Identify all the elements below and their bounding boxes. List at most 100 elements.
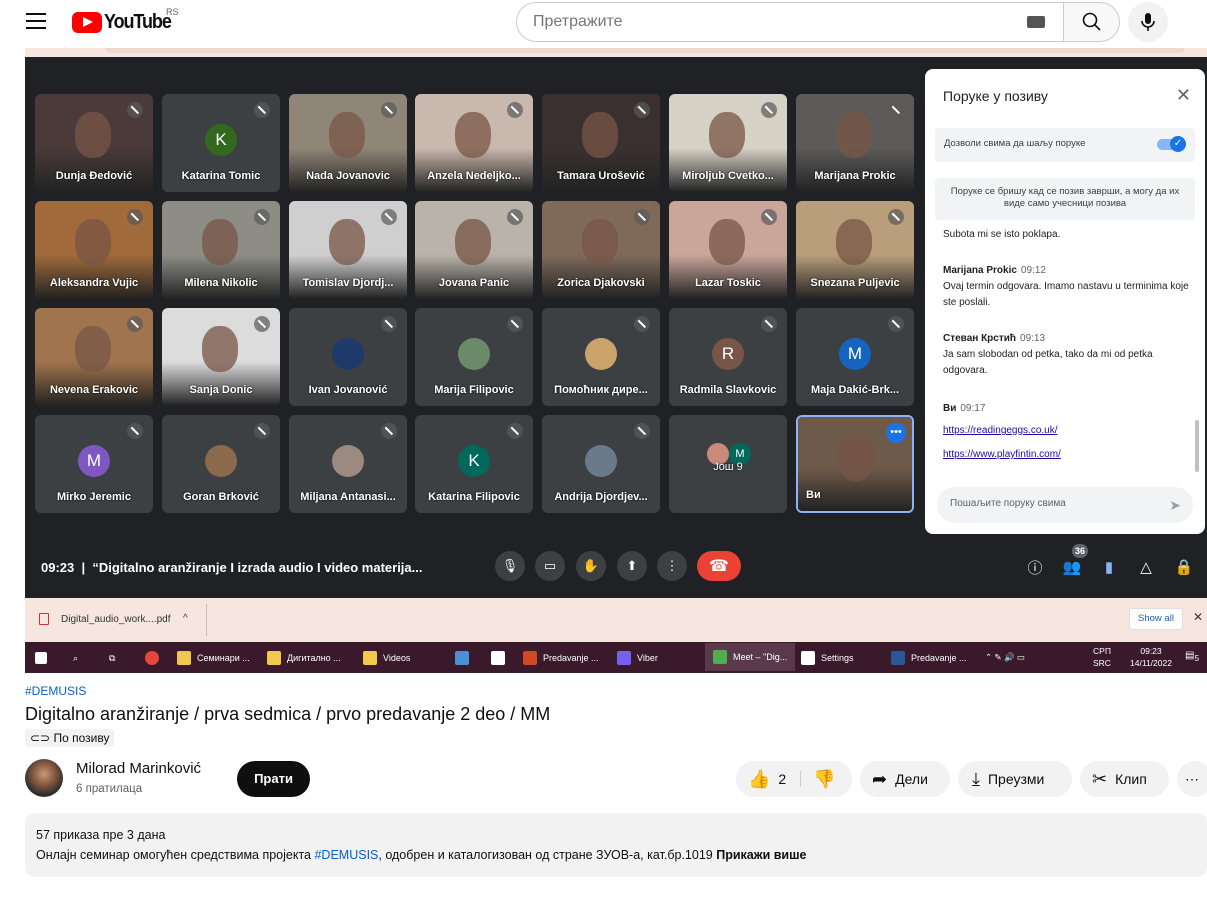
- more-actions-button[interactable]: ⋯: [1177, 761, 1207, 797]
- allow-messages-row: Дозволи свима да шаљу поруке: [935, 128, 1195, 162]
- close-icon[interactable]: ✕: [1176, 85, 1191, 106]
- clip-button[interactable]: ✂ Клип: [1080, 761, 1169, 797]
- search-input[interactable]: Претражите: [516, 2, 1064, 42]
- voice-search-button[interactable]: [1128, 2, 1168, 42]
- show-more-link[interactable]: Прикажи више: [716, 848, 806, 862]
- taskbar-app[interactable]: Meet – "Dig...: [705, 643, 796, 671]
- camera-button[interactable]: ▭: [535, 551, 565, 581]
- participant-tile[interactable]: K Katarina Filipovic: [415, 415, 533, 513]
- raise-hand-button[interactable]: ✋: [576, 551, 606, 581]
- keyboard-icon[interactable]: [1027, 16, 1045, 28]
- people-icon[interactable]: 👥: [1063, 558, 1082, 576]
- taskbar-app[interactable]: Семинари ...: [177, 650, 250, 666]
- participant-tile[interactable]: Goran Brković: [162, 415, 280, 513]
- participant-tile[interactable]: M Mirko Jeremic: [35, 415, 153, 513]
- participant-tile[interactable]: Zorica Djakovski: [542, 201, 660, 299]
- more-horiz-icon[interactable]: •••: [886, 423, 906, 443]
- language-indicator[interactable]: СРП SRC: [1093, 645, 1111, 669]
- chat-input[interactable]: Пошаљите поруку свима ➤: [937, 487, 1193, 523]
- mic-off-icon: [254, 209, 270, 225]
- activities-icon[interactable]: △: [1137, 558, 1155, 576]
- video-player[interactable]: Dunja Đedović K Katarina Tomic Nada Jovanov…: [25, 48, 1207, 673]
- search-button[interactable]: [1063, 2, 1120, 42]
- participant-tile[interactable]: Miroljub Cvetko...: [669, 94, 787, 192]
- taskbar-app[interactable]: Viber: [617, 650, 658, 666]
- task-view-icon[interactable]: ⧉: [109, 650, 115, 666]
- participant-tile[interactable]: Marijana Prokic: [796, 94, 914, 192]
- more-options-button[interactable]: ⋮: [657, 551, 687, 581]
- taskbar-app[interactable]: Settings: [801, 650, 854, 666]
- notification-icon[interactable]: ▤5: [1185, 650, 1199, 664]
- participant-name: Katarina Filipovic: [428, 491, 520, 503]
- subscribe-button[interactable]: Прати: [237, 761, 310, 797]
- clock[interactable]: 09:23 14/11/2022: [1122, 645, 1180, 669]
- participant-tile[interactable]: Nada Jovanovic: [289, 94, 407, 192]
- participant-tile[interactable]: Marija Filipovic: [415, 308, 533, 406]
- participant-tile[interactable]: K Katarina Tomic: [162, 94, 280, 192]
- chevron-up-icon[interactable]: ^: [183, 613, 188, 624]
- taskbar-app[interactable]: Predavanje ...: [523, 650, 599, 666]
- participant-tile[interactable]: Anzela Nedeljko...: [415, 94, 533, 192]
- host-controls-icon[interactable]: 🔒: [1175, 558, 1194, 576]
- channel-avatar[interactable]: [25, 759, 63, 797]
- present-button[interactable]: ⬆: [617, 551, 647, 581]
- participant-tile[interactable]: Miljana Antanasi...: [289, 415, 407, 513]
- mic-off-icon: [507, 423, 523, 439]
- taskbar-app[interactable]: [455, 650, 475, 666]
- info-icon[interactable]: ⓘ: [1026, 558, 1044, 577]
- participant-tile[interactable]: M Још 9: [669, 415, 787, 513]
- video-title: Digitalno aranžiranje / prva sedmica / p…: [25, 704, 551, 724]
- search-icon: [1082, 12, 1101, 31]
- tray-icons[interactable]: ⌃ ✎ 🔊 ▭: [985, 651, 1025, 663]
- like-count[interactable]: 2: [778, 771, 802, 787]
- participant-tile[interactable]: Sanja Donic: [162, 308, 280, 406]
- participant-tile[interactable]: Aleksandra Vujic: [35, 201, 153, 299]
- windows-start-icon[interactable]: [35, 650, 53, 666]
- chat-link[interactable]: https://readingeggs.co.uk/: [943, 425, 1058, 436]
- participant-tile[interactable]: ••• Ви: [796, 415, 914, 513]
- share-button[interactable]: ➦ Дели: [860, 761, 950, 797]
- channel-name[interactable]: Milorad Marinković: [76, 760, 201, 777]
- download-button[interactable]: ⤓ Преузми: [958, 761, 1072, 797]
- close-icon[interactable]: ✕: [1193, 610, 1203, 624]
- participant-tile[interactable]: Lazar Toskic: [669, 201, 787, 299]
- participant-tile[interactable]: Dunja Đedović: [35, 94, 153, 192]
- participant-tile[interactable]: Nevena Erakovic: [35, 308, 153, 406]
- youtube-logo[interactable]: YouTube: [72, 10, 178, 34]
- participant-name: Dunja Đedović: [55, 170, 133, 182]
- participant-name: Zorica Djakovski: [557, 277, 645, 289]
- description-hashtag[interactable]: #DEMUSIS: [314, 848, 378, 862]
- chat-link[interactable]: https://www.playfintin.com/: [943, 449, 1061, 460]
- taskbar-app[interactable]: [491, 650, 511, 666]
- allow-messages-toggle[interactable]: [1157, 136, 1186, 152]
- participant-tile[interactable]: Milena Nikolic: [162, 201, 280, 299]
- mic-off-icon: [761, 316, 777, 332]
- participant-tile[interactable]: Snezana Puljevic: [796, 201, 914, 299]
- taskbar-app[interactable]: Дигитално ...: [267, 650, 341, 666]
- participant-tile[interactable]: R Radmila Slavkovic: [669, 308, 787, 406]
- participant-tile[interactable]: Ivan Jovanović: [289, 308, 407, 406]
- country-code: RS: [166, 7, 179, 17]
- mic-button[interactable]: 🎙: [495, 551, 525, 581]
- dislike-icon[interactable]: 👎: [813, 769, 835, 790]
- show-all-button[interactable]: Show all: [1129, 608, 1183, 630]
- participant-tile[interactable]: Andrija Djordjev...: [542, 415, 660, 513]
- search-icon[interactable]: ⌕: [73, 650, 78, 666]
- participant-tile[interactable]: Помоћник дире...: [542, 308, 660, 406]
- description-box[interactable]: 57 приказа пре 3 дана Онлајн семинар омо…: [25, 813, 1207, 877]
- hashtag-link[interactable]: #DEMUSIS: [25, 684, 86, 698]
- participant-tile[interactable]: Tamara Urošević: [542, 94, 660, 192]
- participant-tile[interactable]: Tomislav Djordj...: [289, 201, 407, 299]
- chat-icon[interactable]: ▮: [1100, 558, 1118, 576]
- chat-scrollbar[interactable]: [1195, 420, 1199, 472]
- leave-call-button[interactable]: ☎: [697, 551, 741, 581]
- participant-tile[interactable]: M Maja Dakić-Brk...: [796, 308, 914, 406]
- send-icon[interactable]: ➤: [1169, 497, 1181, 514]
- chrome-icon[interactable]: [145, 650, 165, 666]
- like-icon[interactable]: 👍: [748, 769, 770, 790]
- menu-icon[interactable]: [26, 13, 46, 29]
- download-item[interactable]: Digital_audio_work....pdf ^: [25, 604, 207, 636]
- taskbar-app[interactable]: Videos: [363, 650, 410, 666]
- participant-tile[interactable]: Jovana Panic: [415, 201, 533, 299]
- taskbar-app[interactable]: Predavanje ...: [891, 650, 967, 666]
